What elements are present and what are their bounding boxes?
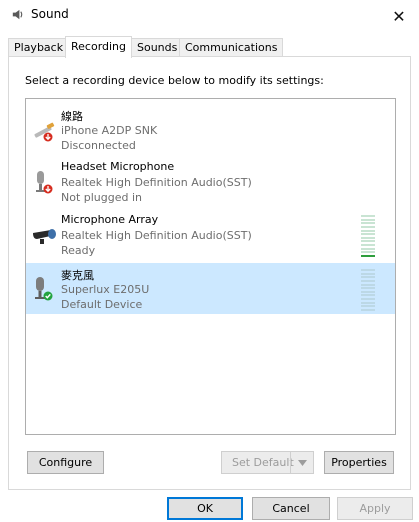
device-name: Headset Microphone <box>61 160 175 173</box>
meter-segment <box>361 236 375 239</box>
meter-segment <box>361 229 375 232</box>
device-name: 線路 <box>61 110 83 123</box>
meter-segment <box>361 283 375 286</box>
device-driver: iPhone A2DP SNK <box>61 124 158 137</box>
device-name: 麥克風 <box>61 269 94 282</box>
device-driver: Realtek High Definition Audio(SST) <box>61 176 252 189</box>
device-status: Disconnected <box>61 139 136 152</box>
tab-playback[interactable]: Playback <box>8 38 70 56</box>
properties-button[interactable]: Properties <box>324 451 394 474</box>
meter-segment <box>361 298 375 300</box>
meter-segment <box>361 305 375 308</box>
meter-segment <box>361 269 375 271</box>
meter-segment <box>361 272 375 275</box>
device-driver: Realtek High Definition Audio(SST) <box>61 229 252 242</box>
meter-segment <box>361 222 375 225</box>
meter-segment <box>361 308 375 311</box>
configure-button[interactable]: Configure <box>27 451 104 474</box>
meter-segment <box>361 301 375 304</box>
tab-communications[interactable]: Communications <box>179 38 284 56</box>
device-status: Not plugged in <box>61 191 143 204</box>
headset-microphone-icon <box>36 171 53 194</box>
level-meter <box>361 215 375 257</box>
microphone-array-icon <box>33 229 56 244</box>
device-name: Microphone Array <box>61 213 159 226</box>
apply-button[interactable]: Apply <box>337 497 413 520</box>
device-item-microphone[interactable]: 麥克風 Superlux E205U Default Device <box>26 263 395 314</box>
meter-segment <box>361 225 375 228</box>
title-bar: Sound ✕ <box>0 0 419 32</box>
device-item-microphone-array[interactable]: Microphone Array Realtek High Definition… <box>26 209 395 260</box>
device-status: Default Device <box>61 298 143 311</box>
meter-segment <box>361 287 375 290</box>
cancel-button[interactable]: Cancel <box>252 497 330 520</box>
meter-segment <box>361 251 375 254</box>
meter-segment <box>361 218 375 221</box>
device-item-headset-microphone[interactable]: Headset Microphone Realtek High Definiti… <box>26 156 395 207</box>
ok-button[interactable]: OK <box>167 497 243 520</box>
device-list[interactable]: 線路 iPhone A2DP SNK Disconnected Headset … <box>25 98 396 435</box>
meter-segment <box>361 244 375 246</box>
microphone-icon <box>35 277 53 301</box>
meter-segment <box>361 233 375 236</box>
device-item-line-in[interactable]: 線路 iPhone A2DP SNK Disconnected <box>26 104 395 155</box>
meter-segment <box>361 254 375 257</box>
set-default-button[interactable]: Set Default <box>221 451 314 474</box>
window-title: Sound <box>31 7 69 21</box>
set-default-dropdown[interactable] <box>290 452 313 473</box>
speaker-icon <box>12 9 23 20</box>
chevron-down-icon <box>297 459 307 466</box>
tab-sounds[interactable]: Sounds <box>131 38 184 56</box>
line-in-icon <box>34 122 55 142</box>
meter-segment <box>361 247 375 250</box>
meter-segment <box>361 240 375 243</box>
meter-segment <box>361 215 375 217</box>
meter-segment <box>361 279 375 282</box>
tab-recording[interactable]: Recording <box>65 36 133 58</box>
set-default-label: Set Default <box>232 456 294 469</box>
device-driver: Superlux E205U <box>61 283 150 296</box>
close-icon: ✕ <box>392 6 406 26</box>
meter-segment <box>361 290 375 293</box>
meter-segment <box>361 276 375 279</box>
meter-segment <box>361 294 375 297</box>
instruction-text: Select a recording device below to modif… <box>25 74 324 87</box>
device-status: Ready <box>61 244 96 257</box>
close-button[interactable]: ✕ <box>379 0 419 32</box>
level-meter <box>361 269 375 311</box>
